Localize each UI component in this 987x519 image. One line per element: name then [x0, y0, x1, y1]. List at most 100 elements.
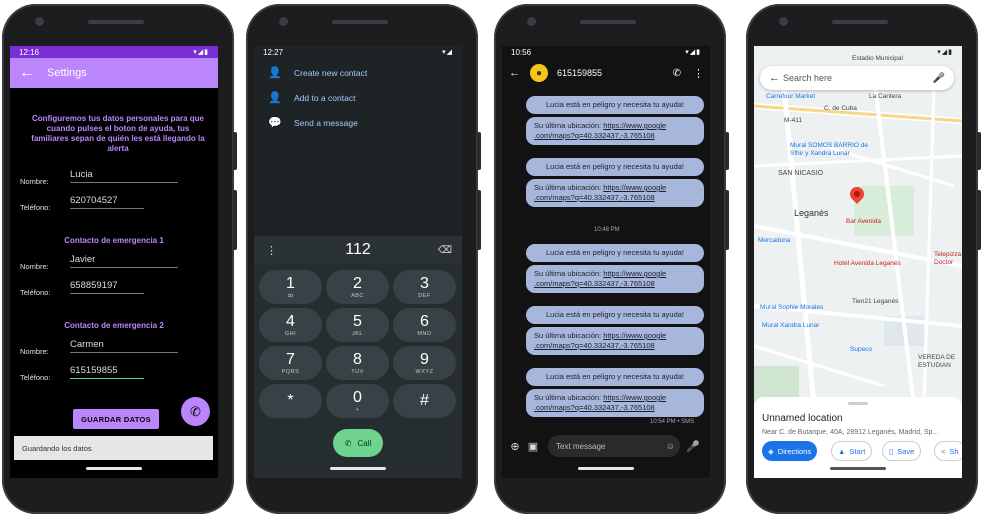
message-bubble[interactable]: Lucia está en peligro y necesita tu ayud…	[526, 306, 704, 324]
backspace-icon[interactable]: ⌫	[438, 245, 452, 256]
message-bubble[interactable]: Lucia está en peligro y necesita tu ayud…	[526, 244, 704, 262]
mic-icon[interactable]: 🎤	[684, 440, 702, 453]
create-contact-item[interactable]: 👤 Create new contact	[268, 66, 367, 79]
map-label[interactable]: Tien21 Leganés	[852, 298, 898, 305]
map-label[interactable]: Mural Xandra Lunar	[762, 322, 819, 329]
key-0[interactable]: 0 +	[326, 384, 389, 418]
send-message-item[interactable]: 💬 Send a message	[268, 116, 358, 129]
status-icons: ▾◢▮	[685, 49, 701, 56]
message-bubble[interactable]: Su última ubicación: https://www.google.…	[526, 265, 704, 293]
contact-name: 615159855	[557, 68, 603, 78]
save-button[interactable]: GUARDAR DATOS	[73, 409, 159, 429]
key-hash[interactable]: #	[393, 384, 456, 418]
directions-button[interactable]: ◈ Directions	[762, 441, 818, 461]
add-to-contact-item[interactable]: 👤 Add to a contact	[268, 91, 355, 104]
location-link[interactable]: https://www.google	[603, 183, 666, 192]
message-icon: 💬	[268, 117, 282, 129]
mic-icon[interactable]: 🎤	[933, 73, 945, 84]
more-options-icon[interactable]: ⋮	[693, 67, 704, 80]
contact1-telefono-field[interactable]: 658859197	[70, 280, 144, 294]
home-indicator[interactable]	[578, 467, 634, 470]
telefono-field[interactable]: 620704527	[70, 195, 144, 209]
key-8[interactable]: 8 TUV	[326, 346, 389, 380]
map-label[interactable]: Mercadona	[758, 237, 791, 244]
menu-label: Add to a contact	[294, 92, 356, 103]
key-letters: DEF	[418, 292, 431, 299]
status-icons: ▾◢▮	[937, 49, 953, 56]
home-indicator[interactable]	[830, 467, 886, 470]
map-label[interactable]: SAN NICASIO	[778, 170, 823, 177]
key-7[interactable]: 7 PQRS	[259, 346, 322, 380]
message-bubble[interactable]: Lucia está en peligro y necesita tu ayud…	[526, 368, 704, 386]
location-link[interactable]: https://www.google	[603, 393, 666, 402]
call-button[interactable]: ✆ Call	[333, 429, 383, 457]
key-4[interactable]: 4 GHI	[259, 308, 322, 342]
message-bubble[interactable]: Su última ubicación: https://www.google.…	[526, 117, 704, 145]
map-label[interactable]: Bar Avenida	[846, 218, 881, 225]
location-link[interactable]: https://www.google	[603, 331, 666, 340]
message-bubble[interactable]: Lucia está en peligro y necesita tu ayud…	[526, 96, 704, 114]
message-bubble[interactable]: Lucia está en peligro y necesita tu ayud…	[526, 158, 704, 176]
map-label[interactable]: Carrefour Market	[766, 93, 815, 100]
map-label[interactable]: M-411	[784, 117, 802, 124]
home-indicator[interactable]	[86, 467, 142, 470]
sheet-handle[interactable]	[848, 402, 868, 405]
back-arrow-icon[interactable]: ←	[19, 64, 39, 82]
message-placeholder: Text message	[556, 441, 606, 451]
home-indicator[interactable]	[330, 467, 386, 470]
app-bar: ← Settings	[10, 58, 218, 88]
location-link[interactable]: .com/maps?q=40.332437,-3.765108	[534, 341, 655, 350]
save-place-button[interactable]: ▯ Save	[882, 441, 922, 461]
add-icon[interactable]: ⊕	[506, 440, 524, 453]
location-link[interactable]: .com/maps?q=40.332437,-3.765108	[534, 279, 655, 288]
more-options-icon[interactable]: ⋮	[266, 244, 277, 257]
key-1[interactable]: 1ꝏ	[259, 270, 322, 304]
map-label[interactable]: La Cantera	[869, 93, 901, 100]
map-canvas[interactable]: Estadio Municipal Carrefour Market La Ca…	[754, 46, 962, 406]
location-link[interactable]: .com/maps?q=40.332437,-3.765108	[534, 403, 655, 412]
back-arrow-icon[interactable]: ←	[769, 72, 783, 84]
phone-ring-icon: ✆	[190, 403, 201, 419]
contact2-nombre-field[interactable]: Carmen	[70, 339, 178, 353]
location-link[interactable]: .com/maps?q=40.332437,-3.765108	[534, 193, 655, 202]
location-link[interactable]: .com/maps?q=40.332437,-3.765108	[534, 131, 655, 140]
key-3[interactable]: 3 DEF	[393, 270, 456, 304]
chip-label: Directions	[777, 446, 812, 456]
message-bubble[interactable]: Su última ubicación: https://www.google.…	[526, 389, 704, 417]
intro-text: Configuremos tus datos personales para q…	[31, 114, 205, 153]
map-label[interactable]: Mural Sophie Morales	[760, 304, 823, 311]
back-arrow-icon[interactable]: ←	[509, 67, 520, 79]
avatar[interactable]: ●	[530, 64, 548, 82]
phone-icon[interactable]: ✆	[673, 68, 681, 79]
contact1-nombre-field[interactable]: Javier	[70, 254, 178, 268]
location-link[interactable]: https://www.google	[603, 121, 666, 130]
search-input[interactable]: Search here	[783, 73, 832, 83]
menu-label: Send a message	[294, 117, 358, 128]
menu-label: Create new contact	[294, 67, 368, 78]
message-bubble[interactable]: Su última ubicación: https://www.google.…	[526, 327, 704, 355]
map-label[interactable]: Supeco	[850, 346, 872, 353]
map-label[interactable]: Hotel Avenida Leganés	[834, 260, 901, 267]
contact2-telefono-field[interactable]: 615159855	[70, 365, 144, 379]
emoji-icon[interactable]: ☺	[666, 441, 675, 451]
key-2[interactable]: 2 ABC	[326, 270, 389, 304]
key-star[interactable]: *	[259, 384, 322, 418]
start-button[interactable]: ▲ Start	[831, 441, 873, 461]
message-bubble[interactable]: Su última ubicación: https://www.google.…	[526, 179, 704, 207]
volume-button	[233, 190, 237, 250]
key-6[interactable]: 6 MNO	[393, 308, 456, 342]
gallery-icon[interactable]: ▣	[524, 440, 542, 453]
location-link[interactable]: https://www.google	[603, 269, 666, 278]
map-label[interactable]: VEREDA DE ESTUDIAN	[918, 354, 962, 370]
emergency-call-button[interactable]: ✆	[181, 397, 210, 426]
map-label[interactable]: C. de Cuba	[824, 105, 857, 112]
share-button[interactable]: < Sh	[934, 441, 962, 461]
nombre-field[interactable]: Lucia	[70, 169, 178, 183]
key-5[interactable]: 5 JKL	[326, 308, 389, 342]
search-bar[interactable]: ← Search here 🎤	[760, 66, 954, 90]
key-9[interactable]: 9 WXYZ	[393, 346, 456, 380]
map-label[interactable]: Telepizza Doctor	[934, 251, 962, 267]
map-label[interactable]: Leganés	[794, 208, 829, 218]
message-input[interactable]: Text message ☺	[548, 435, 680, 457]
map-label[interactable]: Mural SOMOS BARRIO de Sfhir y Xandra Lun…	[790, 142, 880, 158]
